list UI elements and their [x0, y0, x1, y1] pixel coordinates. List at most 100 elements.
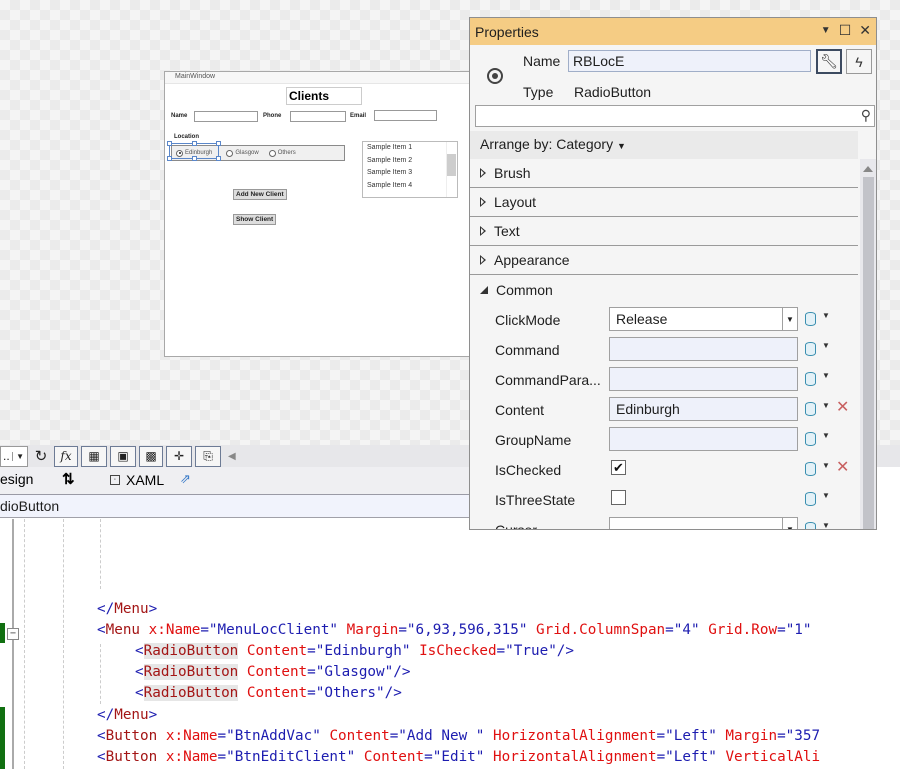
resize-handle[interactable]	[216, 156, 221, 161]
chevron-down-icon[interactable]: ▼	[822, 311, 830, 320]
chevron-down-icon[interactable]: ▼	[822, 341, 830, 350]
prop-label: IsChecked	[495, 462, 562, 478]
database-icon[interactable]	[805, 312, 816, 326]
phone-textbox[interactable]	[290, 111, 346, 122]
resize-handle[interactable]	[192, 156, 197, 161]
list-item[interactable]: Sample Item 2	[363, 155, 457, 168]
xaml-editor[interactable]: − </Menu> <Menu x:Name="MenuLocClient" M…	[0, 519, 900, 769]
grid-icon[interactable]: ▦	[81, 445, 107, 467]
code-line: </Menu>	[97, 707, 158, 723]
indent-guide	[100, 519, 101, 589]
property-search-input[interactable]: ⚲	[475, 105, 875, 127]
chevron-down-icon[interactable]: ▼	[822, 431, 830, 440]
chevron-down-icon[interactable]: ▼	[822, 521, 830, 529]
search-icon: ⚲	[860, 107, 871, 123]
tag: Menu	[114, 601, 149, 617]
groupname-input[interactable]	[609, 427, 798, 451]
device-icon[interactable]: ⎘	[195, 445, 221, 467]
clickmode-dropdown[interactable]: Release ▼	[609, 307, 798, 331]
transparency-icon[interactable]: ▩	[139, 445, 163, 467]
maximize-icon[interactable]: ☐	[839, 22, 852, 39]
reset-value-icon[interactable]: ✕	[836, 457, 849, 477]
database-icon[interactable]	[805, 402, 816, 416]
database-icon[interactable]	[805, 492, 816, 506]
database-icon[interactable]	[805, 432, 816, 446]
scroll-left-icon[interactable]: ◀	[228, 451, 236, 462]
close-icon[interactable]: ✕	[859, 22, 871, 39]
scrollbar-thumb[interactable]	[447, 154, 456, 176]
scrollbar-thumb[interactable]	[863, 177, 874, 529]
element-name-input[interactable]	[568, 50, 811, 72]
add-new-client-button[interactable]: Add New Client	[233, 189, 287, 200]
resize-handle[interactable]	[192, 141, 197, 146]
name-textbox[interactable]	[194, 111, 258, 122]
command-input[interactable]	[609, 337, 798, 361]
properties-tab-button[interactable]: 🔧︎	[816, 49, 842, 74]
list-item[interactable]: Sample Item 4	[363, 180, 457, 193]
scroll-up-icon[interactable]	[863, 166, 873, 172]
resize-handle[interactable]	[167, 156, 172, 161]
category-common[interactable]: Common	[470, 275, 858, 304]
dropdown-icon[interactable]: ▼	[821, 25, 831, 39]
category-brush[interactable]: Brush	[470, 159, 858, 188]
code-line: <RadioButton Content="Others"/>	[135, 685, 402, 701]
refresh-icon[interactable]: ↻	[31, 446, 51, 467]
properties-scrollbar[interactable]	[860, 159, 876, 529]
snap-gridlines-icon[interactable]: ▣	[110, 445, 136, 467]
tab-design[interactable]: esign	[0, 471, 33, 487]
cursor-dropdown[interactable]: ▼	[609, 517, 798, 529]
database-icon[interactable]	[805, 372, 816, 386]
sample-listbox[interactable]: Sample Item 1 Sample Item 2 Sample Item …	[362, 141, 458, 198]
radio-glasgow[interactable]: Glasgow	[226, 149, 259, 157]
reset-value-icon[interactable]: ✕	[836, 397, 849, 417]
database-icon[interactable]	[805, 522, 816, 529]
properties-title: Properties	[475, 23, 539, 40]
chevron-down-icon[interactable]: ▼	[822, 371, 830, 380]
commandparameter-input[interactable]	[609, 367, 798, 391]
element-breadcrumb[interactable]: dioButton	[0, 495, 470, 518]
clickmode-value: Release	[616, 311, 668, 327]
category-appearance[interactable]: Appearance	[470, 246, 858, 275]
listbox-scrollbar[interactable]	[446, 142, 457, 197]
ischecked-checkbox[interactable]: ✔	[611, 460, 626, 475]
name-label: Name	[171, 113, 188, 119]
chevron-down-icon[interactable]: ▼	[822, 491, 830, 500]
email-textbox[interactable]	[374, 110, 437, 121]
change-marker	[0, 623, 5, 643]
collapse-toggle[interactable]: −	[7, 628, 19, 640]
swap-panes-icon[interactable]: ⇅	[62, 470, 75, 488]
radio-label: Others	[277, 150, 296, 156]
designer-main-window[interactable]: MainWindow Clients Name Phone Email Loca…	[164, 71, 474, 357]
category-text[interactable]: Text	[470, 217, 858, 246]
chevron-down-icon[interactable]: ▼	[822, 401, 830, 410]
chevron-down-icon: ▼	[616, 141, 626, 151]
type-value: RadioButton	[574, 84, 652, 100]
show-client-button[interactable]: Show Client	[233, 214, 277, 225]
resize-handle[interactable]	[167, 141, 172, 146]
arrange-by-label: Arrange by: Category	[480, 136, 614, 152]
zoom-dropdown[interactable]: .. ▼	[0, 445, 28, 467]
snap-lines-icon[interactable]: ✛	[166, 445, 192, 467]
events-tab-button[interactable]: ϟ	[846, 49, 872, 74]
resize-handle[interactable]	[216, 141, 221, 146]
isthreestate-checkbox[interactable]	[611, 490, 626, 505]
fx-effects-icon[interactable]: fx	[54, 445, 78, 467]
prop-cursor: Cursor ▼ ▼	[470, 514, 858, 529]
popout-icon[interactable]: ⇗	[180, 471, 191, 487]
database-icon[interactable]	[805, 342, 816, 356]
category-layout[interactable]: Layout	[470, 188, 858, 217]
arrange-by-dropdown[interactable]: Arrange by: Category ▼	[470, 131, 858, 159]
list-item[interactable]: Sample Item 3	[363, 167, 457, 180]
zoom-value: ..	[3, 449, 10, 463]
properties-title-bar[interactable]: Properties ▼ ☐ ✕	[470, 18, 876, 45]
radio-others[interactable]: Others	[268, 149, 296, 157]
tab-xaml[interactable]: XAML	[126, 472, 164, 488]
prop-content: Content Edinburgh ▼ ✕	[470, 394, 858, 424]
list-item[interactable]: Sample Item 1	[363, 142, 457, 155]
category-label: Common	[496, 281, 553, 298]
chevron-down-icon[interactable]: ▼	[822, 461, 830, 470]
clients-heading[interactable]: Clients	[286, 87, 362, 105]
lightning-icon: ϟ	[855, 53, 863, 70]
content-input[interactable]: Edinburgh	[609, 397, 798, 421]
database-icon[interactable]	[805, 462, 816, 476]
